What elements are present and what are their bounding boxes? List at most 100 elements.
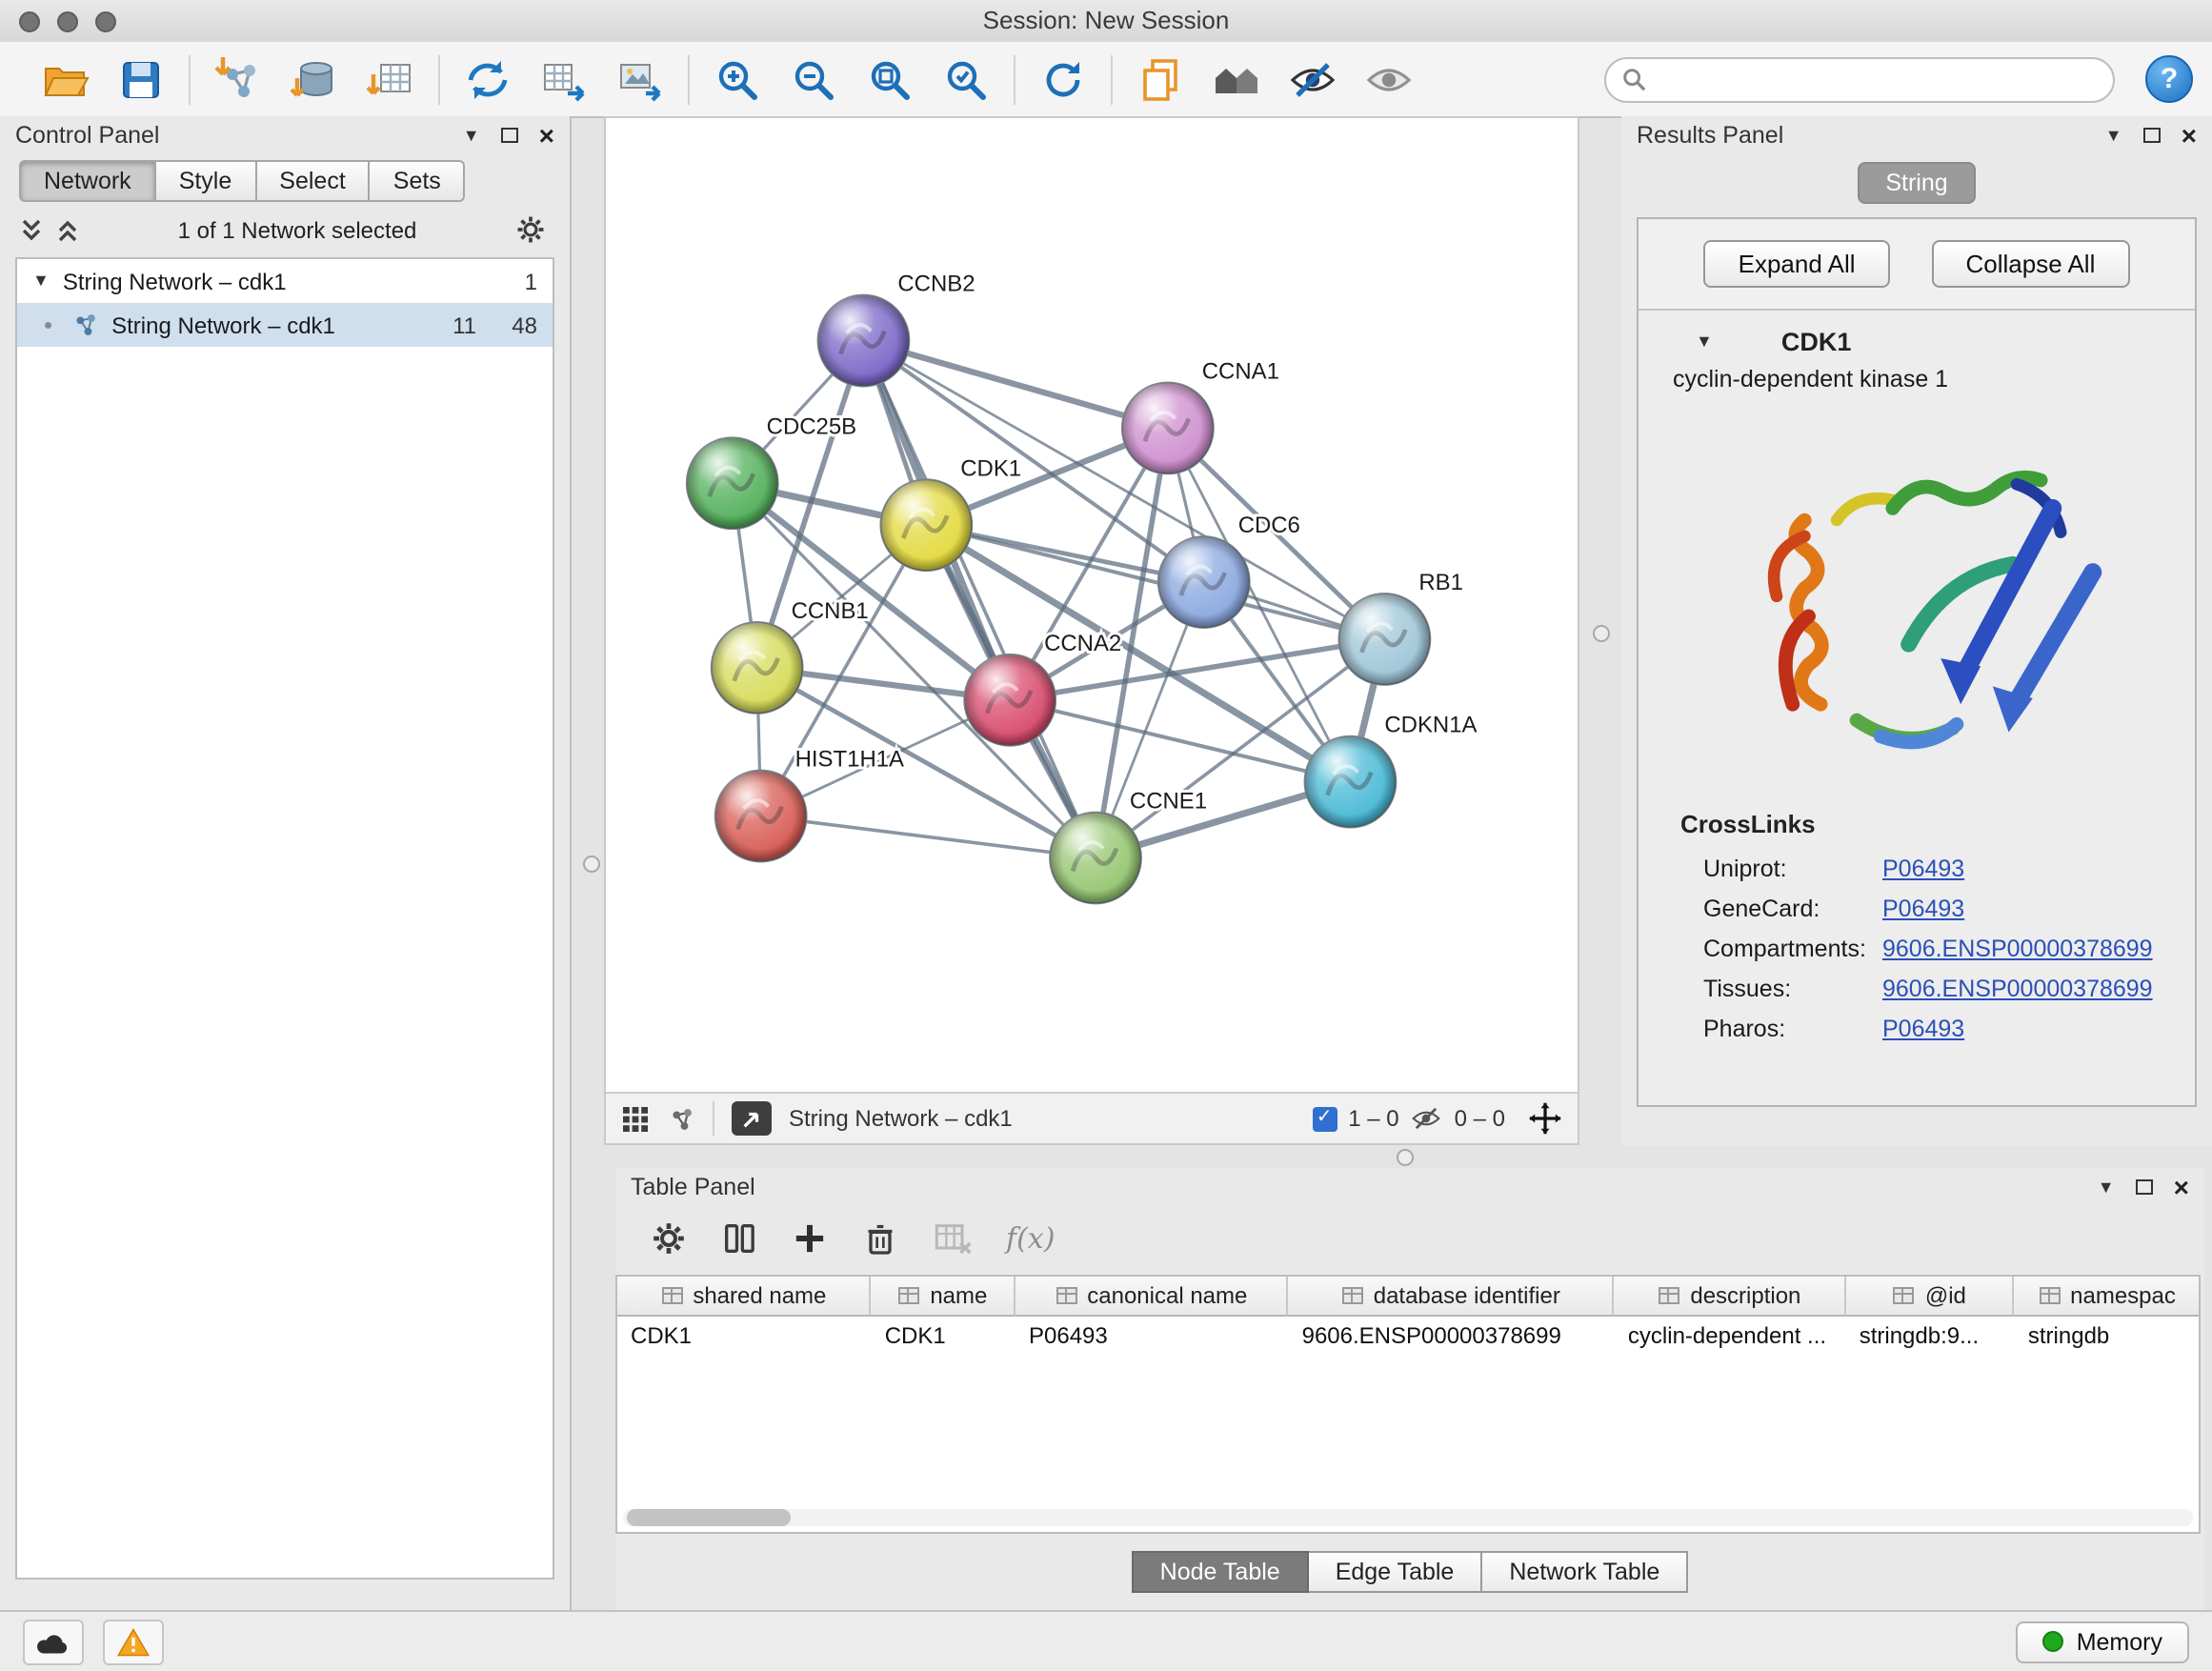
crosslink-link[interactable]: 9606.ENSP00000378699 (1882, 935, 2153, 961)
horizontal-scrollbar[interactable] (623, 1509, 2193, 1526)
warnings-button[interactable] (103, 1619, 164, 1664)
crosslink-link[interactable]: P06493 (1882, 895, 1964, 921)
search-input[interactable] (1656, 64, 2098, 94)
network-node[interactable]: RB1 (1338, 570, 1462, 685)
table-cell[interactable]: P06493 (1016, 1317, 1289, 1357)
collapse-all-button[interactable]: Collapse All (1932, 240, 2130, 288)
right-splitter-handle[interactable] (1593, 625, 1610, 642)
open-in-window-button[interactable] (732, 1101, 772, 1136)
network-list-icon[interactable] (667, 1104, 695, 1133)
network-node[interactable]: CDKN1A (1305, 713, 1478, 828)
tab-style[interactable]: Style (156, 160, 257, 202)
export-image-button[interactable] (602, 49, 678, 110)
left-splitter-handle[interactable] (583, 856, 600, 873)
zoom-fit-button[interactable] (852, 49, 928, 110)
close-window-button[interactable] (19, 11, 40, 32)
hide-elements-button[interactable] (1275, 49, 1351, 110)
table-cell[interactable]: cyclin-dependent ... (1615, 1317, 1846, 1357)
save-session-button[interactable] (103, 49, 179, 110)
column-header[interactable]: shared name (617, 1277, 872, 1317)
selected-checkbox-icon[interactable]: ✓ (1312, 1106, 1337, 1131)
column-header[interactable]: description (1615, 1277, 1846, 1317)
section-collapse-icon[interactable]: ▼ (1696, 333, 1713, 351)
collapse-panel-icon[interactable]: ▼ (2105, 127, 2122, 144)
column-header[interactable]: database identifier (1289, 1277, 1615, 1317)
close-panel-icon[interactable]: × (539, 122, 554, 149)
table-row[interactable]: CDK1 CDK1 P06493 9606.ENSP00000378699 cy… (617, 1317, 2199, 1357)
scrollbar-thumb[interactable] (627, 1509, 791, 1526)
network-node[interactable]: CDK1 (880, 455, 1021, 571)
zoom-out-button[interactable] (775, 49, 852, 110)
tab-string[interactable]: String (1857, 162, 1976, 204)
export-network-button[interactable] (526, 49, 602, 110)
minimize-window-button[interactable] (57, 11, 78, 32)
cloud-button[interactable] (23, 1619, 84, 1664)
show-elements-button[interactable] (1351, 49, 1427, 110)
bottom-splitter-handle[interactable] (1397, 1149, 1414, 1166)
column-header[interactable]: name (872, 1277, 1016, 1317)
column-header[interactable]: namespac (2015, 1277, 2199, 1317)
table-cell[interactable]: CDK1 (872, 1317, 1016, 1357)
expand-all-button[interactable]: Expand All (1704, 240, 1890, 288)
window-controls (19, 11, 116, 32)
grid-view-icon[interactable] (621, 1104, 650, 1133)
network-row[interactable]: • String Network – cdk1 11 48 (17, 303, 553, 347)
pan-crosshair-icon[interactable] (1528, 1101, 1562, 1136)
float-panel-icon[interactable] (2143, 128, 2161, 143)
network-node[interactable]: CCNB1 (712, 598, 869, 714)
import-network-database-button[interactable] (276, 49, 352, 110)
refresh-button[interactable] (1025, 49, 1101, 110)
import-network-file-button[interactable] (200, 49, 276, 110)
import-table-button[interactable] (352, 49, 429, 110)
close-panel-icon[interactable]: × (2182, 122, 2197, 149)
network-canvas[interactable]: CCNB2CCNA1CDC25BCDK1CDC6RB1CCNB1CCNA2CDK… (606, 118, 1578, 1092)
hidden-eye-icon[interactable] (1411, 1105, 1443, 1132)
network-collection-row[interactable]: ▼ String Network – cdk1 1 (17, 259, 553, 303)
network-edge[interactable] (863, 341, 1096, 858)
network-edge[interactable] (926, 525, 1384, 639)
collapse-all-networks-icon[interactable] (55, 216, 80, 243)
table-cell[interactable]: 9606.ENSP00000378699 (1289, 1317, 1615, 1357)
tree-expand-icon[interactable]: ▼ (32, 272, 50, 290)
zoom-in-button[interactable] (699, 49, 775, 110)
network-node[interactable]: HIST1H1A (715, 747, 904, 862)
tab-network[interactable]: Network (19, 160, 156, 202)
function-builder-icon[interactable]: f(x) (1006, 1221, 1055, 1256)
tab-network-table[interactable]: Network Table (1482, 1551, 1688, 1593)
home-button[interactable] (1198, 49, 1275, 110)
expand-all-networks-icon[interactable] (19, 216, 44, 243)
float-panel-icon[interactable] (501, 128, 518, 143)
gear-icon[interactable] (514, 213, 547, 246)
zoom-window-button[interactable] (95, 11, 116, 32)
show-columns-icon[interactable] (720, 1219, 758, 1258)
network-node[interactable]: CDC6 (1158, 513, 1300, 628)
network-edge[interactable] (761, 816, 1096, 858)
crosslink-link[interactable]: P06493 (1882, 1015, 1964, 1041)
copy-document-button[interactable] (1122, 49, 1198, 110)
table-cell[interactable]: CDK1 (617, 1317, 872, 1357)
tab-sets[interactable]: Sets (371, 160, 466, 202)
tab-edge-table[interactable]: Edge Table (1309, 1551, 1483, 1593)
network-node[interactable]: CCNA1 (1122, 358, 1279, 473)
add-column-icon[interactable] (791, 1219, 829, 1258)
close-panel-icon[interactable]: × (2174, 1174, 2189, 1200)
collapse-panel-icon[interactable]: ▼ (463, 127, 480, 144)
open-session-button[interactable] (27, 49, 103, 110)
float-panel-icon[interactable] (2136, 1179, 2153, 1195)
delete-column-icon[interactable] (861, 1219, 899, 1258)
network-tools-button[interactable] (450, 49, 526, 110)
tab-select[interactable]: Select (256, 160, 371, 202)
zoom-selected-button[interactable] (928, 49, 1004, 110)
table-cell[interactable]: stringdb:9... (1846, 1317, 2015, 1357)
table-settings-gear-icon[interactable] (650, 1219, 688, 1258)
crosslink-link[interactable]: P06493 (1882, 855, 1964, 881)
network-edge[interactable] (863, 341, 1167, 429)
memory-button[interactable]: Memory (2016, 1621, 2189, 1662)
column-header[interactable]: @id (1846, 1277, 2015, 1317)
column-header[interactable]: canonical name (1016, 1277, 1289, 1317)
table-cell[interactable]: stringdb (2015, 1317, 2199, 1357)
tab-node-table[interactable]: Node Table (1132, 1551, 1309, 1593)
help-button[interactable]: ? (2145, 55, 2193, 103)
collapse-panel-icon[interactable]: ▼ (2098, 1178, 2115, 1196)
crosslink-link[interactable]: 9606.ENSP00000378699 (1882, 975, 2153, 1001)
